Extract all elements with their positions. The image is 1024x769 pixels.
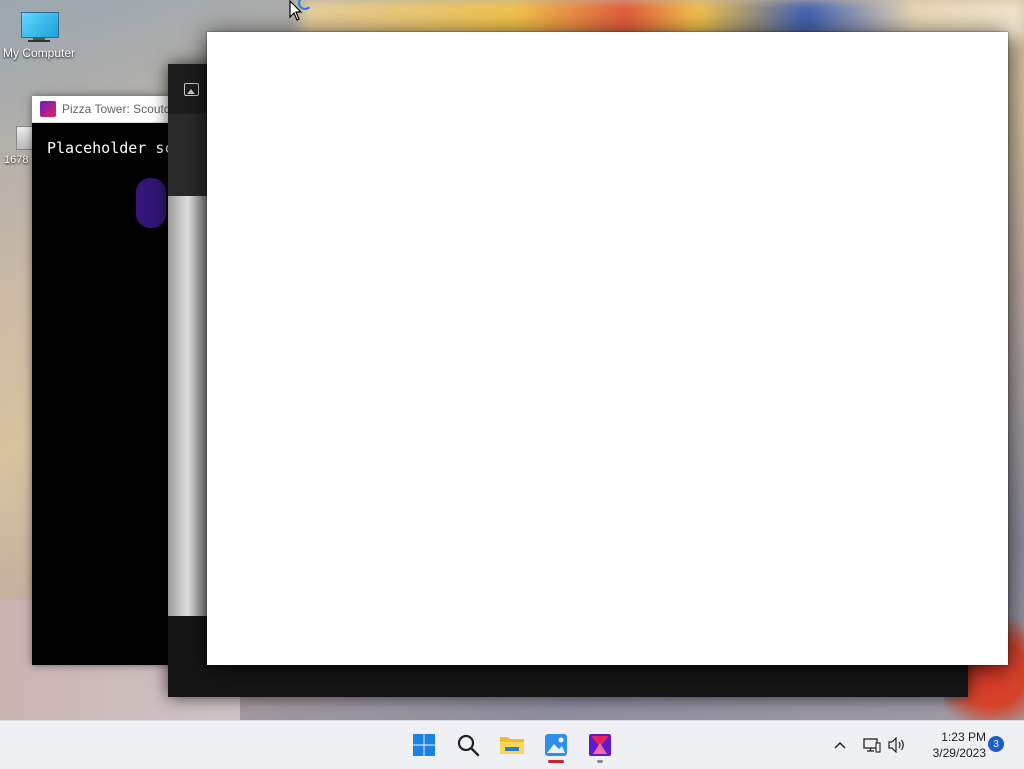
chevron-up-icon [834, 741, 846, 749]
computer-icon [19, 10, 59, 42]
photos-app-button[interactable] [536, 725, 576, 765]
notification-badge[interactable]: 3 [988, 736, 1004, 752]
network-icon [863, 738, 881, 753]
network-button[interactable] [862, 721, 882, 769]
image-icon[interactable] [184, 82, 199, 96]
desktop-icon-my-computer[interactable]: My Computer [2, 10, 76, 60]
volume-button[interactable] [886, 721, 908, 769]
pizza-tower-icon [40, 101, 56, 117]
running-indicator [597, 760, 603, 763]
placeholder-text: Placeholder sc [47, 139, 174, 157]
photo-preview [168, 196, 208, 616]
character-sprite [136, 178, 166, 228]
start-button[interactable] [404, 725, 444, 765]
show-hidden-icons-button[interactable] [830, 721, 850, 769]
speaker-icon [888, 737, 904, 753]
pizza-tower-button[interactable] [580, 725, 620, 765]
clock-date: 3/29/2023 [932, 746, 986, 760]
running-indicator [548, 760, 564, 763]
photos-icon [545, 734, 567, 756]
search-icon [457, 734, 480, 757]
photos-panel [168, 114, 208, 196]
window-title: Pizza Tower: Scoutdi [62, 102, 174, 116]
pizza-tower-icon [589, 734, 611, 756]
blank-window[interactable] [207, 32, 1008, 665]
clock-time: 1:23 PM [941, 730, 986, 744]
search-button[interactable] [448, 725, 488, 765]
desktop-icon-label: My Computer [2, 46, 76, 60]
file-explorer-button[interactable] [492, 725, 532, 765]
clock[interactable]: 1:23 PM 3/29/2023 [912, 729, 986, 761]
folder-icon [500, 737, 524, 754]
windows-logo-icon [413, 734, 435, 756]
taskbar: 1:23 PM 3/29/2023 [0, 720, 1024, 769]
